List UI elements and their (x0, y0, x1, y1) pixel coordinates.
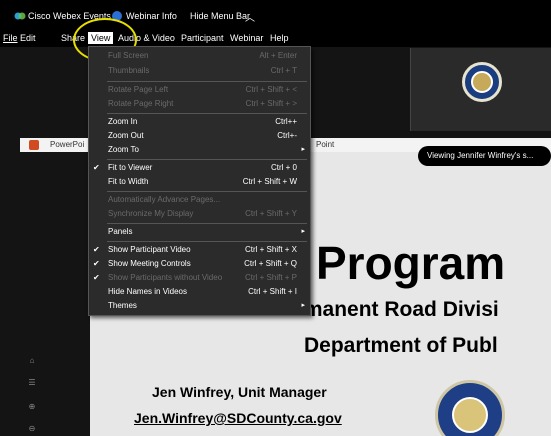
menu-item-zoom-out[interactable]: Zoom Out Ctrl+- (89, 130, 310, 143)
checkmark-icon: ✔ (93, 273, 100, 282)
menu-item-zoom-to[interactable]: Zoom To ▸ (89, 144, 310, 157)
hide-menu-bar-button[interactable]: Hide Menu Bar (190, 11, 250, 21)
menu-participant[interactable]: Participant (181, 33, 224, 43)
submenu-arrow-icon: ▸ (301, 228, 305, 235)
zoom-in-icon[interactable]: ⊕ (27, 402, 37, 412)
menu-item-panels[interactable]: Panels ▸ (89, 226, 310, 239)
menu-item-fit-to-viewer[interactable]: ✔ Fit to Viewer Ctrl + 0 (89, 162, 310, 175)
menu-item-hide-names-in-videos[interactable]: Hide Names in Videos Ctrl + Shift + I (89, 286, 310, 299)
chevron-up-icon[interactable]: ︿ (245, 9, 255, 24)
powerpoint-icon (29, 140, 39, 150)
submenu-arrow-icon: ▸ (301, 146, 305, 153)
checkmark-icon: ✔ (93, 245, 100, 254)
menu-item-themes[interactable]: Themes ▸ (89, 300, 310, 313)
menu-file[interactable]: File (3, 33, 18, 43)
menu-item-synchronize-display: Synchronize My Display Ctrl + Shift + Y (108, 209, 297, 218)
checkmark-icon: ✔ (93, 259, 100, 268)
shared-app-label: PowerPoi (50, 140, 85, 149)
left-toolbar: ⌂ ☰ ⊕ ⊖ (22, 350, 42, 436)
menu-separator (107, 159, 307, 160)
menu-item-auto-advance: Automatically Advance Pages... (108, 195, 221, 204)
menu-item-zoom-in[interactable]: Zoom In Ctrl++ (89, 116, 310, 129)
slide-email: Jen.Winfrey@SDCounty.ca.gov (134, 410, 342, 426)
viewing-tooltip: Viewing Jennifer Winfrey's s... (418, 146, 551, 166)
menu-item-full-screen: Full Screen Alt + Enter (108, 51, 297, 60)
county-seal-video-icon (462, 62, 502, 102)
menu-separator (107, 113, 307, 114)
menu-webinar[interactable]: Webinar (230, 33, 263, 43)
menu-separator (107, 241, 307, 242)
zoom-out-icon[interactable]: ⊖ (27, 424, 37, 434)
menu-item-rotate-right: Rotate Page Right Ctrl + Shift + > (108, 99, 297, 108)
menu-separator (107, 223, 307, 224)
menu-separator (107, 81, 307, 82)
hand-icon[interactable]: ☰ (27, 378, 37, 388)
county-seal-icon (435, 380, 505, 436)
pointer-icon[interactable]: ⌂ (27, 356, 37, 366)
webex-logo-icon (14, 12, 26, 20)
submenu-arrow-icon: ▸ (301, 302, 305, 309)
menu-item-rotate-left: Rotate Page Left Ctrl + Shift + < (108, 85, 297, 94)
menu-item-show-meeting-controls[interactable]: ✔ Show Meeting Controls Ctrl + Shift + Q (89, 258, 310, 271)
webinar-info-button[interactable]: Webinar Info (126, 11, 177, 21)
shared-app-suffix: Point (316, 140, 335, 149)
slide-department: Department of Publ (304, 334, 498, 357)
checkmark-icon: ✔ (93, 163, 100, 172)
view-menu: Full Screen Alt + Enter Thumbnails Ctrl + … (88, 46, 311, 316)
menu-item-show-participant-video[interactable]: ✔ Show Participant Video Ctrl + Shift + X (89, 244, 310, 257)
menu-item-thumbnails: Thumbnails Ctrl + T (108, 66, 297, 75)
menu-separator (107, 191, 307, 192)
menu-edit[interactable]: Edit (20, 33, 36, 43)
menu-item-show-participants-without-video: ✔ Show Participants without Video Ctrl + … (93, 273, 297, 282)
menu-help[interactable]: Help (270, 33, 289, 43)
slide-presenter: Jen Winfrey, Unit Manager (152, 384, 327, 400)
menu-item-fit-to-width[interactable]: Fit to Width Ctrl + Shift + W (89, 176, 310, 189)
viewing-tooltip-text: Viewing Jennifer Winfrey's s... (427, 151, 534, 160)
slide-title: Program (316, 237, 506, 289)
